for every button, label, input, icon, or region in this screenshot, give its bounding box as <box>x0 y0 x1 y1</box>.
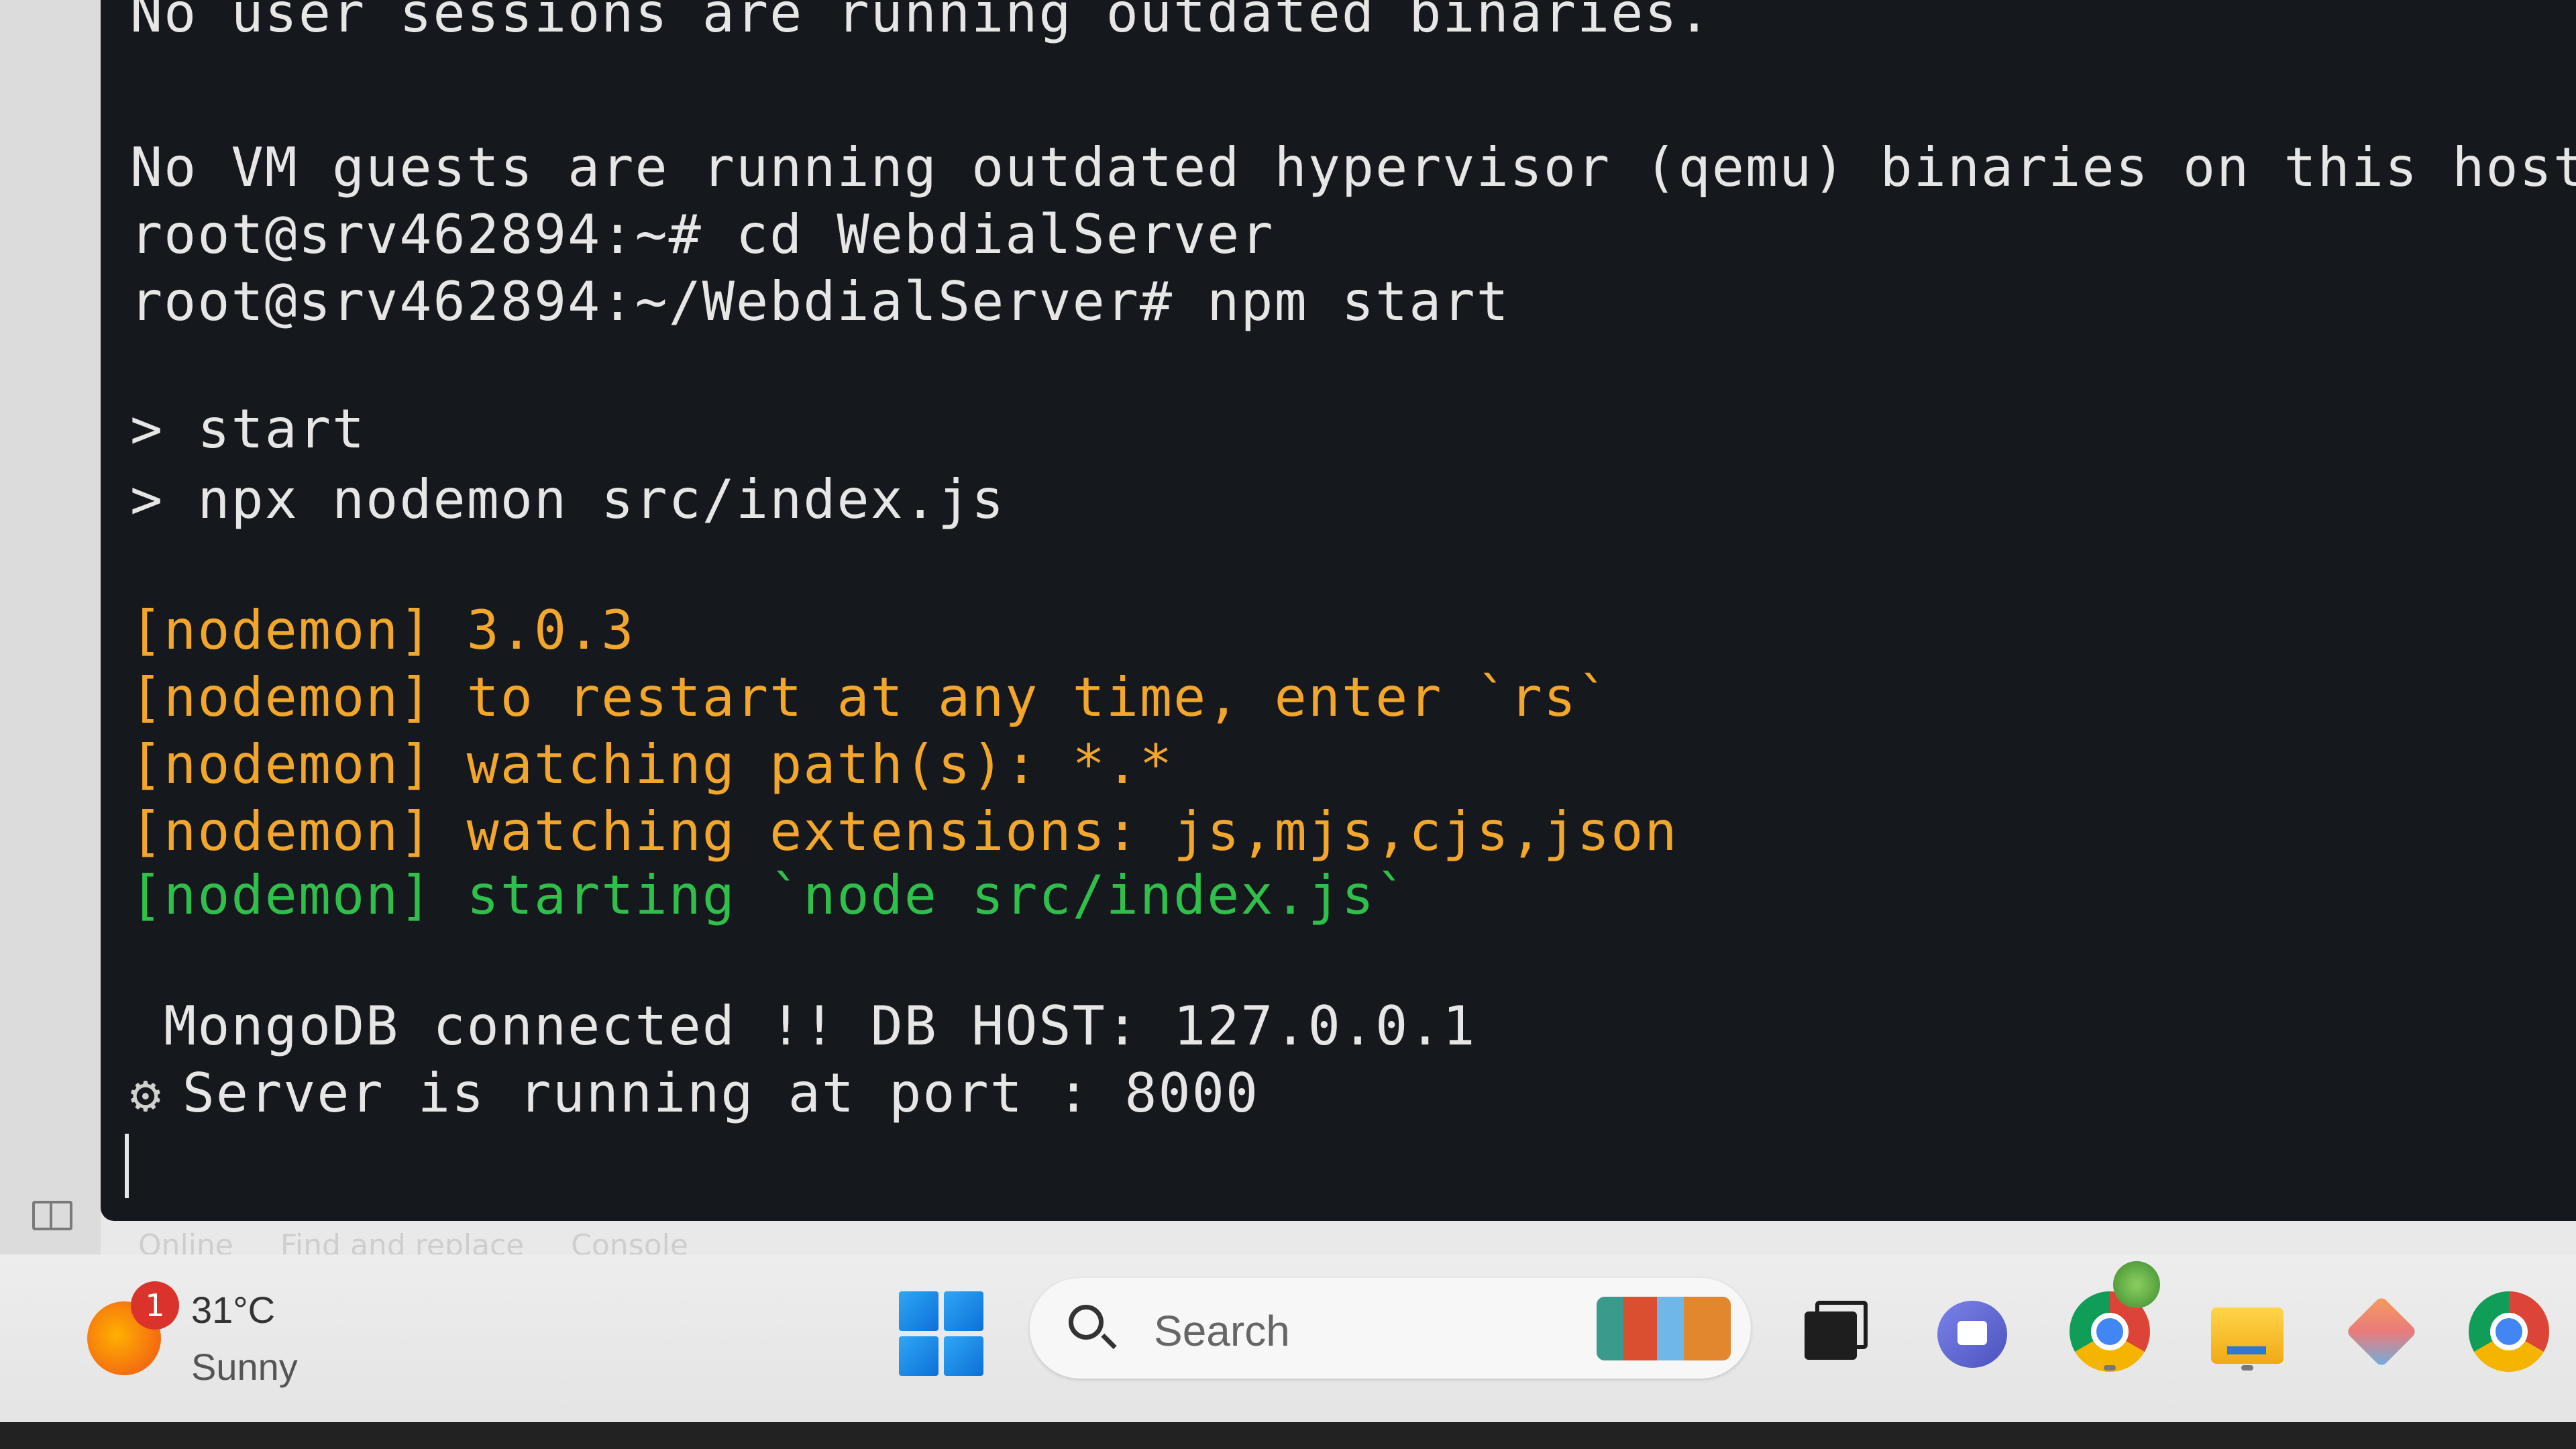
editor-gutter <box>0 0 101 1261</box>
profile-badge-icon <box>2113 1261 2160 1308</box>
desktop-screen: No user sessions are running outdated bi… <box>0 0 2576 1449</box>
running-indicator <box>2241 1365 2253 1371</box>
gear-icon: ⚙ <box>130 1064 162 1124</box>
terminal-line: > npx nodemon src/index.js <box>130 468 1006 531</box>
terminal-line-text: Server is running at port : 8000 <box>182 1062 1260 1124</box>
terminal-cursor <box>125 1134 129 1198</box>
search-label: Search <box>1154 1307 1290 1355</box>
weather-badge: 1 <box>131 1281 179 1330</box>
video-call-icon[interactable] <box>1932 1291 2012 1372</box>
terminal-line: [nodemon] watching path(s): *.* <box>130 733 1174 796</box>
terminal-window[interactable]: No user sessions are running outdated bi… <box>101 0 2576 1221</box>
terminal-line: [nodemon] watching extensions: js,mjs,cj… <box>130 800 1678 863</box>
terminal-line: root@srv462894:~/WebdialServer# npm star… <box>130 270 1510 333</box>
folder-icon[interactable] <box>2207 1291 2288 1372</box>
editor-status-strip: Online Find and replace Console <box>101 1194 973 1263</box>
weather-temperature[interactable]: 31°C <box>191 1288 275 1332</box>
taskbar-search-box[interactable]: Search <box>1030 1278 1751 1379</box>
terminal-line-server: ⚙ Server is running at port : 8000 <box>130 1060 1259 1128</box>
terminal-line: [nodemon] to restart at any time, enter … <box>130 666 1611 729</box>
chrome-icon[interactable] <box>2469 1291 2549 1372</box>
running-indicator <box>2104 1365 2116 1371</box>
search-icon <box>1069 1305 1104 1340</box>
terminal-line: > start <box>130 398 366 460</box>
terminal-line: No VM guests are running outdated hyperv… <box>130 136 2576 199</box>
sidebar-toggle-icon[interactable] <box>32 1201 72 1230</box>
git-icon[interactable] <box>2341 1291 2422 1372</box>
terminal-line: No user sessions are running outdated bi… <box>130 0 1712 44</box>
screen-bezel <box>0 1422 2576 1449</box>
terminal-line: [nodemon] starting `node src/index.js` <box>130 864 1409 926</box>
terminal-line: [nodemon] 3.0.3 <box>130 599 635 661</box>
terminal-line: MongoDB connected !! DB HOST: 127.0.0.1 <box>130 995 1477 1057</box>
windows-logo-icon[interactable] <box>899 1291 983 1376</box>
search-highlight-icon <box>1597 1297 1731 1360</box>
task-view-icon[interactable] <box>1791 1291 1872 1372</box>
weather-condition[interactable]: Sunny <box>191 1345 298 1389</box>
terminal-line: root@srv462894:~# cd WebdialServer <box>130 203 1275 266</box>
